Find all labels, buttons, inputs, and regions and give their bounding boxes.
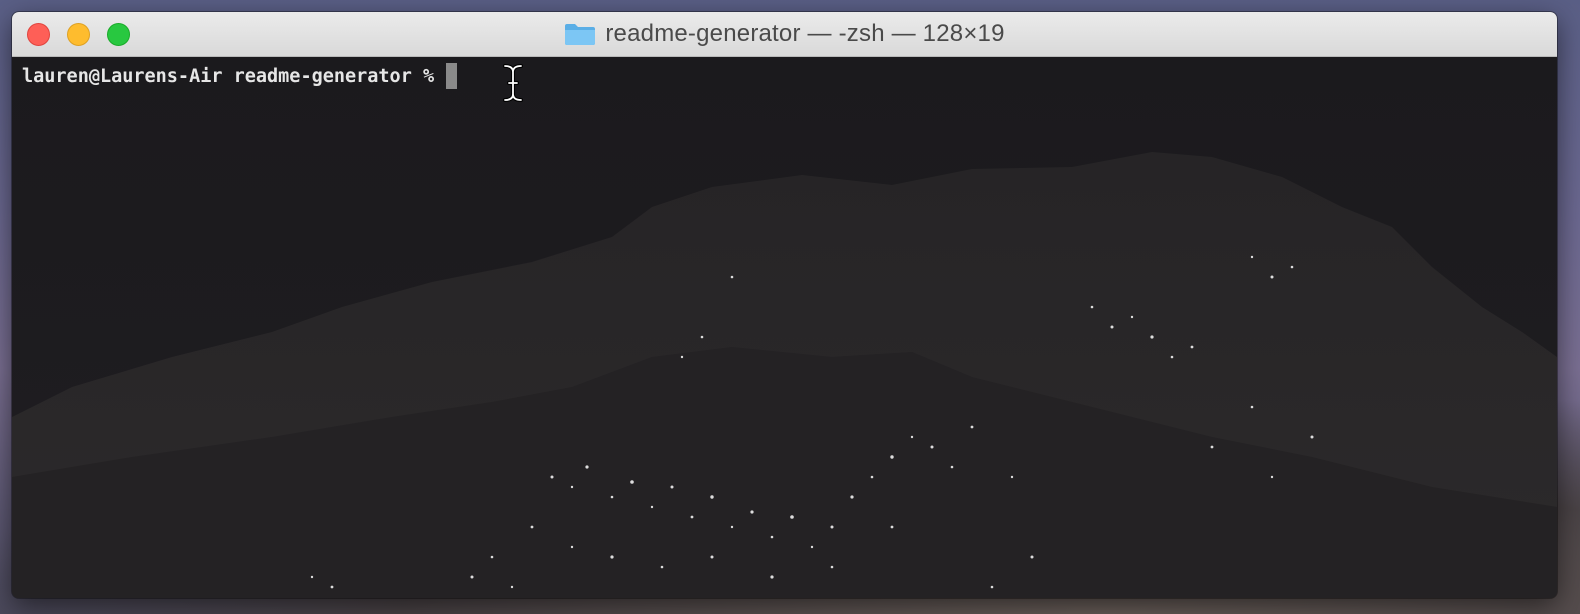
terminal-output-area[interactable]: lauren@Laurens-Air readme-generator % — [12, 57, 1557, 598]
window-title: readme-generator — -zsh — 128×19 — [605, 20, 1005, 47]
shell-prompt: lauren@Laurens-Air readme-generator % — [22, 65, 435, 87]
title-bar[interactable]: readme-generator — -zsh — 128×19 — [12, 12, 1557, 57]
prompt-line[interactable]: lauren@Laurens-Air readme-generator % — [22, 63, 458, 89]
text-cursor-icon — [503, 64, 523, 102]
folder-icon — [565, 24, 596, 45]
wallpaper-mountain-background — [12, 57, 1557, 598]
terminal-window[interactable]: readme-generator — -zsh — 128×19 lauren@… — [12, 12, 1557, 598]
terminal-cursor — [446, 63, 458, 89]
window-title-group: readme-generator — -zsh — 128×19 — [12, 12, 1557, 56]
